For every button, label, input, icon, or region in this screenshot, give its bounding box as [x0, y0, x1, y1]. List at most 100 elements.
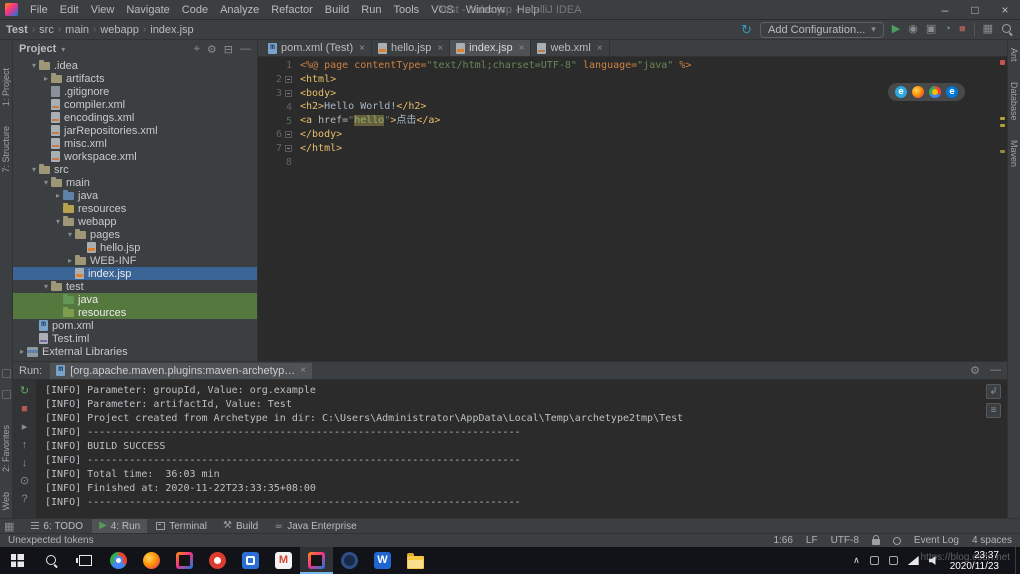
stripe-button-2-Favorites[interactable]: 2: Favorites	[1, 425, 11, 472]
stripe-button-database[interactable]: Database	[1009, 82, 1019, 121]
taskbar-chrome[interactable]	[102, 547, 135, 574]
rerun-icon[interactable]: ↻	[17, 384, 33, 398]
tree-item-pages[interactable]: ▾ pages	[13, 228, 257, 241]
maximize-button[interactable]: □	[960, 0, 990, 19]
notification-icon[interactable]	[892, 536, 901, 545]
tree-item-WEB-INF[interactable]: ▸ WEB-INF	[13, 254, 257, 267]
tree-item-resources[interactable]: resources	[13, 202, 257, 215]
tray-expand-icon[interactable]: ∧	[853, 555, 860, 566]
stripe-icon[interactable]	[1, 389, 11, 399]
stripe-button-maven[interactable]: Maven	[1009, 140, 1019, 167]
menu-analyze[interactable]: Analyze	[214, 2, 265, 18]
error-stripe-mark[interactable]	[1000, 60, 1005, 65]
menu-edit[interactable]: Edit	[54, 2, 85, 18]
tree-item-External Libraries[interactable]: ▸ External Libraries	[13, 345, 257, 358]
breadcrumb-item-webapp[interactable]: webapp	[100, 24, 139, 36]
stripe-button-Web[interactable]: Web	[1, 492, 11, 510]
run-configuration-select[interactable]: Add Configuration... ▾	[760, 21, 884, 38]
taskbar-app-blue[interactable]	[234, 547, 267, 574]
menu-build[interactable]: Build	[319, 2, 355, 18]
tree-expanded-arrow-icon[interactable]: ▾	[65, 230, 75, 239]
help-icon[interactable]: ?	[17, 492, 33, 506]
close-button[interactable]: ×	[990, 0, 1020, 19]
tree-item-compiler.xml[interactable]: compiler.xml	[13, 98, 257, 111]
indent-setting[interactable]: 4 spaces	[972, 535, 1012, 546]
menu-navigate[interactable]: Navigate	[120, 2, 175, 18]
toolwindow-button-4-Run[interactable]: ▶ 4: Run	[92, 518, 148, 534]
caret-position[interactable]: 1:66	[773, 535, 792, 546]
menu-code[interactable]: Code	[176, 2, 214, 18]
tray-app-icon[interactable]	[888, 556, 898, 565]
run-button[interactable]: ▶	[892, 24, 900, 35]
network-icon[interactable]	[907, 556, 919, 565]
tree-item-.idea[interactable]: ▾ .idea	[13, 59, 257, 72]
toolwindow-button-Terminal[interactable]: Terminal	[149, 519, 214, 534]
menu-help[interactable]: Help	[511, 2, 546, 18]
taskbar-app-m[interactable]	[267, 547, 300, 574]
breadcrumb-item-index.jsp[interactable]: index.jsp	[150, 24, 193, 36]
file-encoding[interactable]: UTF-8	[831, 535, 859, 546]
coverage-button[interactable]: ▣	[926, 24, 936, 35]
stripe-button-1-Project[interactable]: 1: Project	[1, 68, 11, 106]
tree-item-artifacts[interactable]: ▸ artifacts	[13, 72, 257, 85]
code-area[interactable]: <%@ page contentType="text/html;charset=…	[294, 57, 1007, 361]
taskbar-explorer[interactable]	[399, 547, 432, 574]
stop-button[interactable]: ■	[959, 24, 966, 35]
toolwindow-button-6-TODO[interactable]: 6: TODO	[24, 519, 90, 534]
collapse-all-icon[interactable]: ⊟	[224, 43, 233, 56]
down-stack-icon[interactable]: ↓	[17, 456, 33, 470]
task-view-button[interactable]	[68, 547, 102, 574]
locate-file-icon[interactable]: ⌖	[194, 43, 200, 56]
start-button[interactable]	[0, 547, 34, 574]
menu-window[interactable]: Window	[460, 2, 511, 18]
tree-item-hello.jsp[interactable]: hello.jsp	[13, 241, 257, 254]
tree-item-main[interactable]: ▾ main	[13, 176, 257, 189]
taskbar-firefox[interactable]	[135, 547, 168, 574]
debug-button[interactable]: ◉	[908, 24, 918, 35]
edge-browser-icon[interactable]: e	[946, 86, 958, 98]
profiler-button[interactable]: ◔	[944, 24, 951, 35]
status-message[interactable]: Unexpected tokens	[8, 535, 94, 546]
taskbar-clock[interactable]: 23:37 2020/11/23	[950, 550, 1007, 572]
gear-icon[interactable]: ⚙	[207, 43, 217, 56]
tab-close-icon[interactable]: ×	[597, 43, 603, 54]
taskbar-app-dark[interactable]	[333, 547, 366, 574]
ie-browser-icon[interactable]: e	[895, 86, 907, 98]
tree-item-java[interactable]: java	[13, 293, 257, 306]
layout-button[interactable]: ▦	[983, 24, 993, 35]
warning-stripe-mark[interactable]	[1000, 117, 1005, 120]
tree-item-resources[interactable]: resources	[13, 306, 257, 319]
editor-tab-web-xml[interactable]: web.xml ×	[531, 40, 610, 56]
tree-expanded-arrow-icon[interactable]: ▾	[41, 282, 51, 291]
taskbar-search-button[interactable]	[34, 547, 68, 574]
menu-view[interactable]: View	[85, 2, 121, 18]
editor-body[interactable]: 1234 56 78 <%@ page contentType="text/html…	[258, 57, 1007, 361]
editor-tab-hello-jsp[interactable]: hello.jsp ×	[372, 40, 451, 56]
stop-icon[interactable]: ■	[17, 402, 33, 416]
menu-vcs[interactable]: VCS	[425, 2, 460, 18]
tree-expanded-arrow-icon[interactable]: ▾	[29, 165, 39, 174]
scroll-to-end-icon[interactable]: ≡	[986, 403, 1001, 418]
event-log[interactable]: Event Log	[914, 535, 959, 546]
run-tab[interactable]: [org.apache.maven.plugins:maven-archetyp…	[50, 362, 313, 379]
stripe-button-7-Structure[interactable]: 7: Structure	[1, 126, 11, 173]
tree-item-workspace.xml[interactable]: workspace.xml	[13, 150, 257, 163]
taskbar-wps[interactable]	[366, 547, 399, 574]
menu-run[interactable]: Run	[355, 2, 387, 18]
read-only-lock-icon[interactable]	[871, 535, 880, 545]
line-separator[interactable]: LF	[806, 535, 818, 546]
stripe-icon[interactable]	[1, 368, 11, 378]
tree-item-.gitignore[interactable]: .gitignore	[13, 85, 257, 98]
toolwindow-button-Build[interactable]: ⚒ Build	[216, 519, 265, 534]
hide-panel-icon[interactable]: —	[990, 364, 1001, 377]
tree-item-java[interactable]: ▸ java	[13, 189, 257, 202]
editor-tab-pom-xml-Test-[interactable]: pom.xml (Test)×	[262, 40, 372, 56]
toolwindow-button-Java-Enterprise[interactable]: ☕ Java Enterprise	[267, 519, 363, 534]
project-panel-title[interactable]: Project	[19, 43, 56, 55]
tree-expanded-arrow-icon[interactable]: ▾	[29, 61, 39, 70]
search-everywhere-icon[interactable]	[1001, 23, 1014, 36]
close-icon[interactable]: ×	[300, 365, 306, 376]
tree-expanded-arrow-icon[interactable]: ▾	[53, 217, 63, 226]
toolwindow-switcher-icon[interactable]: ▦	[4, 520, 14, 533]
tree-item-Test.iml[interactable]: Test.iml	[13, 332, 257, 345]
